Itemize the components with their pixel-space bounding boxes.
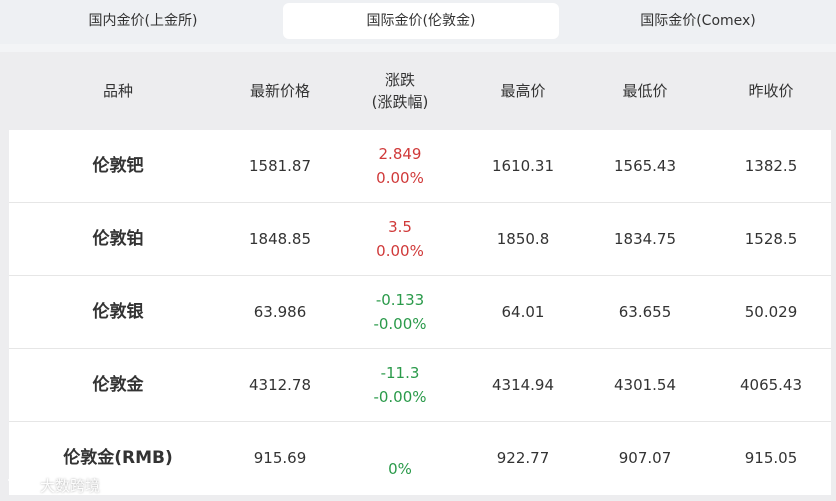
row-prev-close: 50.029 <box>744 303 798 321</box>
header-change-pct-label: (涨跌幅) <box>371 93 429 111</box>
change-percent: -0.00% <box>373 315 427 333</box>
row-latest: 1848.85 <box>248 230 312 248</box>
tab-bar: 国内金价(上金所) 国际金价(伦敦金) 国际金价(Comex) <box>0 0 836 44</box>
row-low: 63.655 <box>618 303 672 321</box>
header-latest-label: 最新价格 <box>249 82 310 100</box>
row-high: 922.77 <box>496 449 550 467</box>
table-row: 伦敦钯 1581.87 2.849 0.00% 1610.31 1565.43 … <box>9 130 831 203</box>
change-value: -0.133 <box>375 291 425 309</box>
row-latest: 915.69 <box>253 449 307 467</box>
header-prev-close-label: 昨收价 <box>748 82 794 100</box>
change-value: -11.3 <box>380 364 420 382</box>
row-name: 伦敦金 <box>92 375 144 395</box>
change-value: 3.5 <box>388 218 412 236</box>
row-high: 1850.8 <box>496 230 550 248</box>
brand-logo-icon <box>8 478 34 492</box>
row-high: 1610.31 <box>491 157 555 175</box>
table-row: 伦敦银 63.986 -0.133 -0.00% 64.01 63.655 50… <box>9 276 831 349</box>
change-percent: -0.00% <box>373 388 427 406</box>
watermark-text: 大数跨境 <box>40 476 101 495</box>
header-name: 品种 <box>9 52 227 130</box>
header-prev-close: 昨收价 <box>711 52 831 130</box>
table-row: 伦敦金(RMB) 915.69 0% 922.77 907.07 915.05 <box>9 422 831 495</box>
header-name-label: 品种 <box>102 82 133 100</box>
table-header: 品种 最新价格 涨跌 (涨跌幅) 最高价 最低价 昨收价 <box>9 52 831 130</box>
table-body: 伦敦钯 1581.87 2.849 0.00% 1610.31 1565.43 … <box>9 130 831 495</box>
row-latest: 63.986 <box>253 303 307 321</box>
row-prev-close: 4065.43 <box>739 376 803 394</box>
header-high-label: 最高价 <box>500 82 546 100</box>
row-prev-close: 1528.5 <box>744 230 798 248</box>
row-latest: 4312.78 <box>248 376 312 394</box>
row-low: 907.07 <box>618 449 672 467</box>
row-change: 2.849 0.00% <box>333 130 467 202</box>
row-change: -0.133 -0.00% <box>333 276 467 348</box>
change-percent: 0% <box>388 460 412 478</box>
row-name: 伦敦钯 <box>92 156 144 176</box>
tab-domestic-gold[interactable]: 国内金价(上金所) <box>30 3 256 39</box>
row-change: 0% <box>333 422 467 494</box>
row-low: 1834.75 <box>613 230 677 248</box>
row-low: 1565.43 <box>613 157 677 175</box>
header-change-label: 涨跌 <box>384 71 415 89</box>
row-prev-close: 1382.5 <box>744 157 798 175</box>
header-low-label: 最低价 <box>622 82 668 100</box>
row-change: 3.5 0.00% <box>333 203 467 275</box>
table-row: 伦敦金 4312.78 -11.3 -0.00% 4314.94 4301.54… <box>9 349 831 422</box>
row-change: -11.3 -0.00% <box>333 349 467 421</box>
tab-international-gold-comex[interactable]: 国际金价(Comex) <box>585 3 811 39</box>
row-name: 伦敦铂 <box>92 229 144 249</box>
row-name: 伦敦银 <box>92 302 144 322</box>
row-high: 4314.94 <box>491 376 555 394</box>
table-row: 伦敦铂 1848.85 3.5 0.00% 1850.8 1834.75 152… <box>9 203 831 276</box>
change-value: 2.849 <box>378 145 422 163</box>
watermark: 大数跨境 <box>6 474 100 496</box>
header-change: 涨跌 (涨跌幅) <box>333 52 467 130</box>
header-latest: 最新价格 <box>227 52 333 130</box>
row-prev-close: 915.05 <box>744 449 798 467</box>
row-latest: 1581.87 <box>248 157 312 175</box>
header-low: 最低价 <box>579 52 711 130</box>
change-percent: 0.00% <box>376 169 424 187</box>
header-high: 最高价 <box>467 52 579 130</box>
row-high: 64.01 <box>501 303 545 321</box>
price-table: 品种 最新价格 涨跌 (涨跌幅) 最高价 最低价 昨收价 伦敦钯 1581.87… <box>0 52 836 501</box>
change-percent: 0.00% <box>376 242 424 260</box>
row-low: 4301.54 <box>613 376 677 394</box>
tab-international-gold-london[interactable]: 国际金价(伦敦金) <box>283 3 559 39</box>
